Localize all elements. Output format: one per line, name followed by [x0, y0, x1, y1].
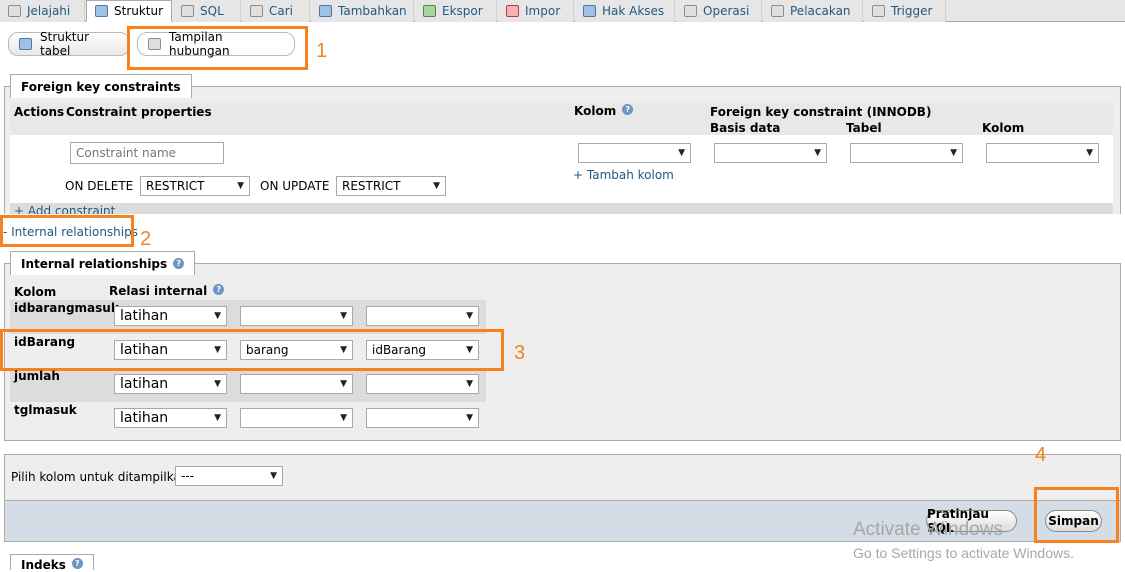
chevron-down-icon: ▼ [214, 379, 221, 389]
chevron-down-icon: ▼ [270, 471, 277, 481]
tab-operasi[interactable]: Operasi [676, 0, 762, 22]
relation-db-select[interactable]: latihan ▼ [114, 374, 227, 394]
chevron-down-icon: ▼ [466, 379, 473, 389]
tracking-icon [771, 5, 784, 17]
fk-table-select[interactable]: ▼ [850, 143, 963, 163]
activation-watermark-title: Activate Windows [853, 519, 1003, 540]
col-basis-data: Basis data [710, 121, 781, 135]
internal-header-row [10, 282, 486, 300]
col-kolom: Kolom [14, 285, 57, 299]
chevron-down-icon: ▼ [950, 148, 957, 158]
chevron-down-icon: ▼ [214, 413, 221, 423]
row-column-name: jumlah [14, 369, 60, 383]
browse-icon [8, 5, 21, 17]
col-relasi-internal: Relasi internal? [109, 284, 225, 298]
relation-db-select[interactable]: latihan ▼ [114, 408, 227, 428]
structure-icon [95, 5, 108, 17]
col-tabel: Tabel [846, 121, 882, 135]
tab-trigger[interactable]: Trigger [864, 0, 946, 22]
row-column-name: tglmasuk [14, 403, 77, 417]
insert-icon [319, 5, 332, 17]
chevron-down-icon: ▼ [466, 311, 473, 321]
on-delete-label: ON DELETE [65, 179, 134, 193]
annotation-number-3: 3 [514, 342, 526, 364]
internal-relationships-legend: Internal relationships? [10, 251, 196, 275]
constraint-name-input[interactable]: Constraint name [70, 142, 224, 164]
relation-column-select[interactable]: ▼ [366, 374, 479, 394]
display-column-label: Pilih kolom untuk ditampilkan: [11, 470, 193, 484]
annotation-box-4 [1034, 487, 1119, 543]
privileges-icon [583, 5, 596, 17]
chevron-down-icon: ▼ [1086, 148, 1093, 158]
subtab-struktur-tabel[interactable]: Struktur tabel [8, 30, 130, 58]
chevron-down-icon: ▼ [237, 181, 244, 191]
col-fk-innodb: Foreign key constraint (INNODB) [710, 105, 932, 119]
activation-watermark-subtitle: Go to Settings to activate Windows. [853, 545, 1074, 561]
col-constraint-properties: Constraint properties [66, 105, 212, 119]
fk-database-select[interactable]: ▼ [714, 143, 827, 163]
on-delete-select[interactable]: RESTRICT ▼ [140, 176, 250, 196]
top-tab-bar: Jelajahi Struktur SQL Cari Tambahkan Eks… [0, 0, 1125, 22]
row-column-name: idbarangmasuk [14, 301, 119, 315]
on-update-label: ON UPDATE [260, 179, 330, 193]
relation-db-select[interactable]: latihan ▼ [114, 306, 227, 326]
help-icon[interactable]: ? [71, 558, 83, 569]
chevron-down-icon: ▼ [340, 413, 347, 423]
annotation-number-1: 1 [316, 40, 328, 62]
trigger-icon [872, 5, 885, 17]
tab-tambahkan[interactable]: Tambahkan [311, 0, 414, 22]
help-icon[interactable]: ? [173, 258, 185, 269]
chevron-down-icon: ▼ [466, 413, 473, 423]
help-icon[interactable]: ? [213, 284, 225, 295]
chevron-down-icon: ▼ [340, 379, 347, 389]
on-update-select[interactable]: RESTRICT ▼ [336, 176, 446, 196]
annotation-number-4: 4 [1035, 444, 1047, 466]
relation-column-select[interactable]: ▼ [366, 408, 479, 428]
tab-impor[interactable]: Impor [498, 0, 574, 22]
display-column-select[interactable]: --- ▼ [175, 466, 283, 486]
chevron-down-icon: ▼ [340, 311, 347, 321]
col-actions: Actions [14, 105, 65, 119]
chevron-down-icon: ▼ [814, 148, 821, 158]
tab-struktur[interactable]: Struktur [86, 0, 172, 22]
relation-column-select[interactable]: ▼ [366, 306, 479, 326]
sql-icon [181, 5, 194, 17]
col-kolom-ref: Kolom [982, 121, 1025, 135]
table-structure-icon [19, 38, 32, 50]
chevron-down-icon: ▼ [214, 311, 221, 321]
import-icon [506, 5, 519, 17]
chevron-down-icon: ▼ [433, 181, 440, 191]
chevron-down-icon: ▼ [678, 148, 685, 158]
tab-jelajahi[interactable]: Jelajahi [0, 0, 85, 22]
col-kolom-header: Kolom? [574, 104, 634, 118]
tab-cari[interactable]: Cari [242, 0, 310, 22]
foreign-key-legend: Foreign key constraints [10, 74, 192, 98]
operations-icon [684, 5, 697, 17]
tab-ekspor[interactable]: Ekspor [415, 0, 497, 22]
annotation-number-2: 2 [140, 228, 152, 250]
annotation-box-3 [0, 329, 504, 371]
relation-table-select[interactable]: ▼ [240, 306, 353, 326]
tab-pelacakan[interactable]: Pelacakan [763, 0, 863, 22]
fk-kolom-select[interactable]: ▼ [578, 143, 691, 163]
internal-link-row [1, 214, 1124, 250]
annotation-box-2 [0, 215, 134, 247]
add-column-link[interactable]: + Tambah kolom [573, 168, 674, 182]
indexes-legend: Indeks? [10, 554, 94, 572]
search-icon [250, 5, 263, 17]
fk-column-select[interactable]: ▼ [986, 143, 1099, 163]
relation-table-select[interactable]: ▼ [240, 374, 353, 394]
tab-hak-akses[interactable]: Hak Akses [575, 0, 675, 22]
annotation-box-1 [127, 26, 308, 70]
help-icon[interactable]: ? [622, 104, 634, 115]
tab-sql[interactable]: SQL [173, 0, 241, 22]
relation-table-select[interactable]: ▼ [240, 408, 353, 428]
export-icon [423, 5, 436, 17]
